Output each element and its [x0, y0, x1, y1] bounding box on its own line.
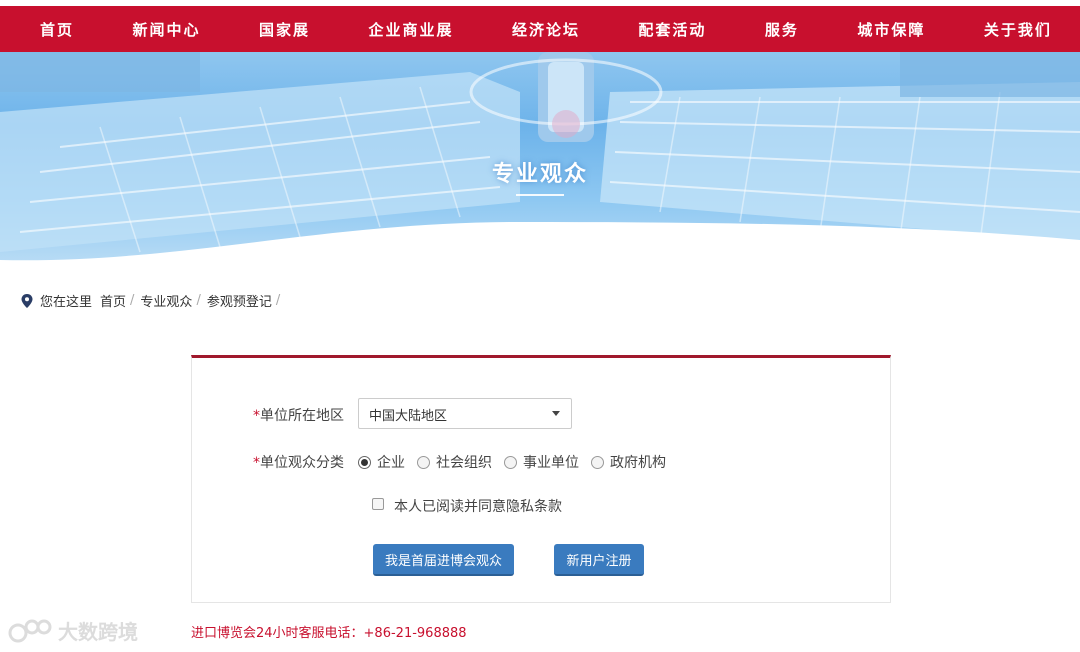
radio-icon: [417, 455, 430, 469]
returning-visitor-button[interactable]: 我是首届进博会观众: [373, 544, 514, 576]
new-user-register-button[interactable]: 新用户注册: [554, 544, 644, 576]
breadcrumb-separator: /: [130, 293, 135, 308]
banner-title-underline: [516, 194, 564, 196]
radio-label: 政府机构: [610, 455, 666, 471]
nav-item-services[interactable]: 服务: [765, 19, 799, 40]
nav-item-events[interactable]: 配套活动: [638, 19, 706, 40]
watermark-text: 大数跨境: [58, 620, 138, 644]
radio-label: 社会组织: [436, 455, 492, 471]
category-label: *单位观众分类: [253, 455, 344, 471]
category-radio-government[interactable]: 政府机构: [591, 452, 666, 472]
nav-item-business-exhibition[interactable]: 企业商业展: [368, 19, 453, 40]
nav-item-country-exhibition[interactable]: 国家展: [259, 19, 310, 40]
nav-item-about[interactable]: 关于我们: [984, 19, 1052, 40]
required-mark: *: [253, 408, 260, 424]
breadcrumb-lead: 您在这里: [40, 295, 93, 310]
region-label: *单位所在地区: [253, 408, 344, 424]
category-radio-public-institution[interactable]: 事业单位: [504, 452, 579, 472]
nav-item-home[interactable]: 首页: [40, 19, 74, 40]
watermark-logo: [8, 619, 52, 642]
breadcrumb: 您在这里 首页 / 专业观众 / 参观预登记 /: [20, 291, 286, 310]
nav-item-news[interactable]: 新闻中心: [132, 19, 200, 40]
watermark: 大数跨境: [8, 616, 138, 645]
registration-form-panel: *单位所在地区 中国大陆地区 *单位观众分类 企业 社会组织 事业单位 政府机构…: [191, 355, 891, 603]
required-mark: *: [253, 455, 260, 471]
region-select[interactable]: 中国大陆地区: [358, 398, 572, 429]
checkbox-icon: [372, 498, 384, 510]
breadcrumb-pre-registration[interactable]: 参观预登记: [207, 291, 272, 310]
radio-selected-icon: [358, 455, 371, 469]
category-radio-enterprise[interactable]: 企业: [358, 452, 405, 472]
radio-label: 企业: [377, 455, 405, 471]
region-select-value: 中国大陆地区: [369, 409, 448, 424]
radio-icon: [591, 455, 604, 469]
location-pin-icon: [21, 293, 33, 308]
privacy-agree-label: 本人已阅读并同意隐私条款: [394, 499, 562, 515]
main-nav: 首页 新闻中心 国家展 企业商业展 经济论坛 配套活动 服务 城市保障 关于我们: [0, 6, 1080, 52]
category-radio-group: 企业 社会组织 事业单位 政府机构: [358, 452, 678, 472]
breadcrumb-home[interactable]: 首页: [100, 291, 126, 310]
category-radio-social-org[interactable]: 社会组织: [417, 452, 492, 472]
breadcrumb-separator: /: [196, 293, 201, 308]
breadcrumb-professional-visitors[interactable]: 专业观众: [140, 291, 192, 310]
service-hotline: 进口博览会24小时客服电话：+86-21-968888: [191, 626, 467, 641]
banner-title: 专业观众: [491, 162, 588, 187]
breadcrumb-separator: /: [275, 293, 281, 308]
privacy-agree-checkbox[interactable]: 本人已阅读并同意隐私条款: [372, 496, 562, 516]
chevron-down-icon: [552, 411, 560, 416]
nav-item-city-support[interactable]: 城市保障: [857, 19, 925, 40]
hero-banner: 专业观众: [0, 52, 1080, 264]
radio-icon: [504, 455, 517, 469]
radio-label: 事业单位: [523, 455, 579, 471]
nav-item-forum[interactable]: 经济论坛: [512, 19, 580, 40]
